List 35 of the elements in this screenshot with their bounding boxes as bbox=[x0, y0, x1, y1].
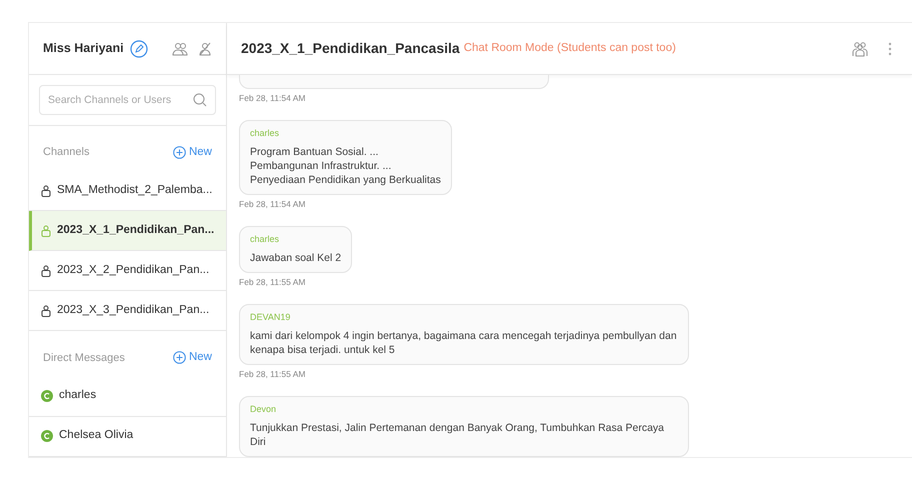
user-name: Miss Hariyani bbox=[43, 40, 124, 58]
plus-icon bbox=[172, 351, 186, 364]
message-author: DEVAN19 bbox=[250, 311, 292, 323]
message-text: Penyediaan Pendidikan yang Berkualitas bbox=[250, 173, 441, 187]
message-text: Jawaban soal Kel 2 bbox=[250, 251, 342, 265]
channel-item[interactable]: 2023_X_2_Pendidikan_Pan... bbox=[29, 251, 226, 292]
edit-icon[interactable] bbox=[130, 40, 148, 58]
message-text: Tunjukkan Prestasi, Jalin Pertemanan dengan Banyak Orang, Tumbuhkan Rasa Percaya Diri bbox=[250, 421, 666, 449]
section-title: Channels bbox=[43, 145, 90, 160]
message-text: Program Bantuan Sosial. ... bbox=[250, 145, 380, 159]
channel-item[interactable]: 2023_X_1_Pendidikan_Pan... bbox=[29, 211, 226, 252]
plus-icon bbox=[172, 146, 186, 160]
user-blocked-icon[interactable] bbox=[198, 42, 212, 56]
group-icon[interactable] bbox=[852, 40, 868, 56]
message-author: Devon bbox=[250, 403, 278, 415]
avatar-icon bbox=[41, 390, 53, 402]
message-author: charles bbox=[250, 127, 280, 139]
message-time: Feb 28, 11:54 AM bbox=[239, 93, 306, 104]
avatar-icon bbox=[41, 430, 53, 442]
users-icon[interactable] bbox=[172, 42, 188, 56]
channel-item[interactable]: 2023_X_3_Pendidikan_Pan... bbox=[29, 291, 226, 332]
message-text: Pembangunan Infrastruktur. ... bbox=[250, 159, 392, 173]
room-title: 2023_X_1_Pendidikan_Pancasila bbox=[241, 39, 460, 58]
contact-item[interactable]: charles bbox=[29, 376, 226, 416]
room-mode: Chat Room Mode (Students can post too) bbox=[464, 40, 676, 56]
contact-item[interactable]: Chelsea Olivia bbox=[29, 416, 226, 456]
message-time: Feb 28, 11:55 AM bbox=[239, 277, 306, 288]
search-icon bbox=[193, 93, 207, 107]
message-time: Feb 28, 11:54 AM bbox=[239, 199, 306, 210]
message-time: Feb 28, 11:55 AM bbox=[239, 369, 306, 380]
message-author: charles bbox=[250, 233, 280, 245]
message-text: kami dari kelompok 4 ingin bertanya, bagaimana cara mencegah terjadinya pembullyan dan kenapa bisa terjadi. untuk kel 5 bbox=[250, 329, 678, 357]
search-field[interactable]: Search Channels or Users bbox=[39, 85, 216, 115]
section-title: Direct Messages bbox=[43, 350, 125, 366]
more-icon[interactable] bbox=[888, 42, 892, 56]
